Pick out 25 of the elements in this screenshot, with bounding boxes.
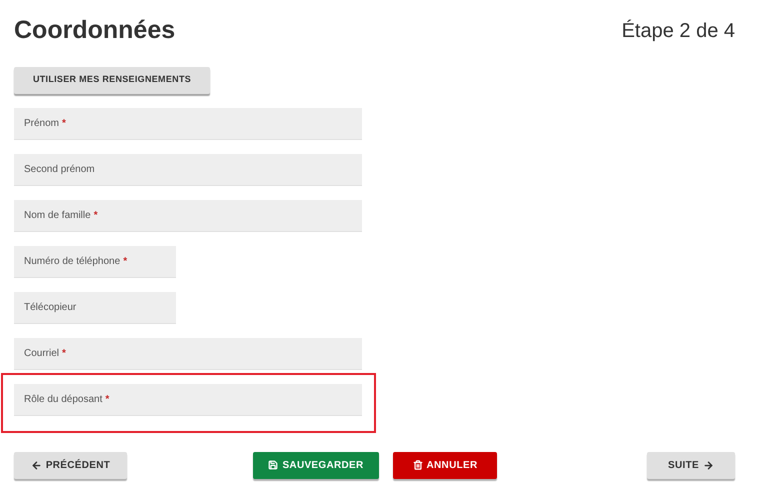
next-button[interactable]: SUITE <box>647 452 735 478</box>
field-label: Rôle du déposant * <box>24 392 110 406</box>
text-field[interactable]: Rôle du déposant * <box>14 384 362 416</box>
text-field[interactable]: Second prénom <box>14 154 362 186</box>
page-title: Coordonnées <box>14 15 176 46</box>
cancel-button[interactable]: ANNULER <box>393 452 497 478</box>
arrow-right-icon <box>702 460 714 470</box>
field-label: Second prénom <box>24 162 95 176</box>
text-field[interactable]: Courriel * <box>14 338 362 370</box>
text-field[interactable]: Prénom * <box>14 108 362 140</box>
text-field[interactable]: Télécopieur <box>14 292 176 324</box>
save-icon <box>268 460 278 470</box>
save-button[interactable]: SAUVEGARDER <box>253 452 379 478</box>
back-button[interactable]: PRÉCÉDENT <box>14 452 127 478</box>
field-label: Télécopieur <box>24 300 76 314</box>
field-label: Nom de famille * <box>24 208 98 222</box>
field-label: Courriel * <box>24 346 66 360</box>
arrow-left-icon <box>30 460 42 470</box>
field-label: Numéro de téléphone * <box>24 254 128 268</box>
trash-icon <box>412 460 422 470</box>
field-label: Prénom * <box>24 116 66 130</box>
prefill-button[interactable]: UTILISER MES RENSEIGNEMENTS <box>14 66 210 94</box>
text-field[interactable]: Nom de famille * <box>14 200 362 232</box>
text-field[interactable]: Numéro de téléphone * <box>14 246 176 278</box>
step-indicator: Étape 2 de 4 <box>622 18 735 44</box>
